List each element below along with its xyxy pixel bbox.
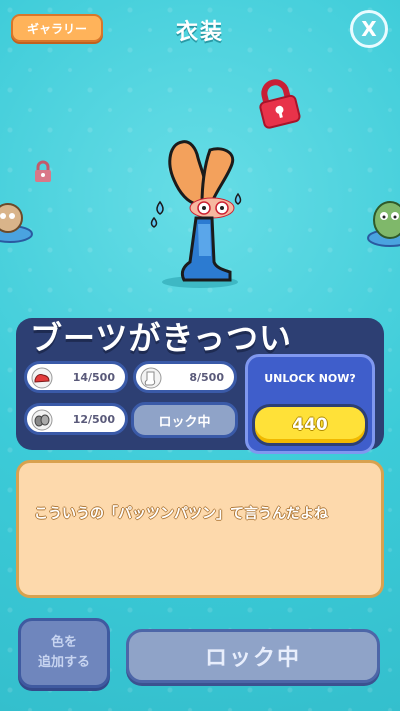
lock-icon-small [35,160,51,182]
material-count: 14/500 [72,370,115,384]
red-shoe-icon [31,367,53,389]
dialog-text: こういうの「パッツンパツン」て言うんだよね [34,506,328,522]
material-count: 12/500 [72,412,115,426]
grey-item-icon [31,409,53,431]
locked-button[interactable]: ロック中 [126,629,380,683]
material-count: 8/500 [189,370,224,384]
side-character-left [0,203,33,243]
side-character-right [367,201,400,247]
add-color-button[interactable]: 色を 追加する [18,618,110,688]
close-button[interactable]: X [350,10,388,48]
white-sock-icon [140,367,162,389]
unlock-price-button[interactable]: 440 [252,404,368,446]
page-title: 衣装 [175,20,224,45]
material-counter-grey: 12/500 [24,403,128,435]
locked-status-button[interactable]: ロック中 [131,402,238,438]
material-counter-shoe: 14/500 [24,361,128,393]
costume-character [150,140,242,288]
add-color-label-2: 追加する [37,655,90,670]
unlock-label: UNLOCK NOW? [264,372,356,385]
lock-icon [259,79,301,129]
add-color-label-1: 色を [50,635,77,650]
material-counter-sock: 8/500 [133,361,237,393]
costume-name: ブーツがきっつい [29,319,293,357]
